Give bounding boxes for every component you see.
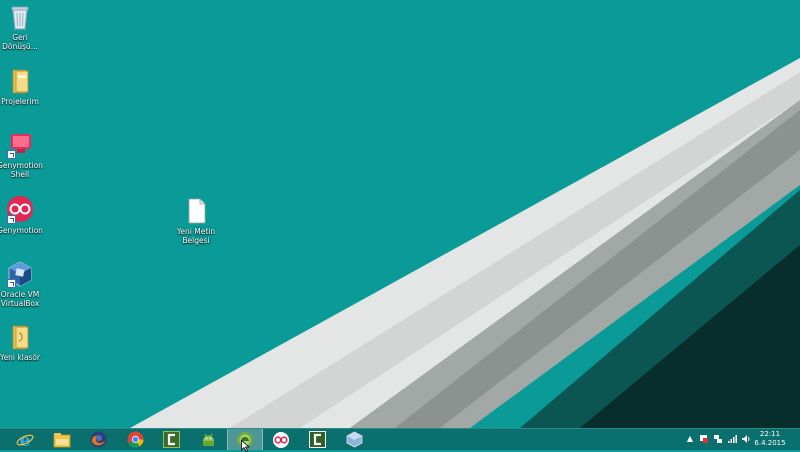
- camtasia-recorder-icon: [308, 431, 326, 448]
- folder-icon: [6, 67, 34, 95]
- clock-date: 6.4.2015: [754, 439, 786, 447]
- clock-time: 22:11: [759, 430, 781, 438]
- projelerim-folder-icon[interactable]: Projelerim: [0, 67, 43, 106]
- start-internet-explorer-button[interactable]: e: [8, 429, 42, 450]
- terminal-icon: [6, 131, 34, 159]
- genymotion-shell-icon[interactable]: Genymotion Shell: [0, 131, 43, 179]
- chrome-button[interactable]: [118, 429, 152, 450]
- trash-bin-icon: [6, 3, 34, 31]
- android-studio-button[interactable]: [191, 429, 225, 450]
- shortcut-arrow-icon: [7, 279, 16, 288]
- virtualbox-icon[interactable]: Oracle VM VirtualBox: [0, 260, 43, 308]
- show-hidden-icons-chevron-icon[interactable]: ▲: [685, 434, 695, 444]
- internet-explorer-icon: e: [16, 431, 34, 449]
- firefox-icon: [90, 431, 106, 448]
- taskbar: e ▲ 22:11 6.4.2015: [0, 428, 800, 450]
- genymotion-logo-icon: [6, 196, 34, 224]
- camtasia-button[interactable]: [154, 429, 188, 450]
- mouse-cursor-icon: [241, 440, 250, 452]
- virtualbox-icon: [346, 431, 362, 448]
- yeni-metin-belgesi-icon[interactable]: Yeni Metin Belgesi: [173, 197, 219, 245]
- firefox-button[interactable]: [81, 429, 115, 450]
- chrome-icon: [127, 431, 143, 448]
- icon-label: Oracle VM VirtualBox: [0, 290, 40, 308]
- icon-label: Genymotion: [0, 226, 43, 235]
- shortcut-arrow-icon: [7, 150, 16, 159]
- virtualbox-cube-icon: [6, 260, 34, 288]
- yeni-klasor-folder-icon[interactable]: Yeni klasör: [0, 323, 43, 362]
- icon-label: Yeni Metin Belgesi: [176, 227, 216, 245]
- flag-icon[interactable]: [699, 434, 709, 444]
- icon-label: Yeni klasör: [0, 353, 41, 362]
- network-icon[interactable]: [713, 434, 723, 444]
- recycle-bin-icon[interactable]: Geri Dönüşü...: [0, 3, 43, 51]
- text-file-icon: [182, 197, 210, 225]
- android-studio-icon: [202, 433, 214, 446]
- shortcut-arrow-icon: [7, 215, 16, 224]
- camtasia-recorder-button[interactable]: [300, 429, 334, 450]
- icon-label: Genymotion Shell: [0, 161, 43, 179]
- icon-label: Projelerim: [1, 97, 39, 106]
- genymotion-button[interactable]: [264, 429, 298, 450]
- genymotion-icon[interactable]: Genymotion: [0, 196, 43, 235]
- camtasia-icon: [162, 431, 180, 448]
- genymotion-icon: [273, 431, 289, 448]
- desktop-wallpaper: [0, 0, 800, 428]
- file-explorer-button[interactable]: [45, 429, 79, 450]
- file-explorer-icon: [53, 432, 71, 447]
- svg-text:e: e: [20, 431, 31, 449]
- icon-label: Geri Dönüşü...: [2, 33, 38, 51]
- system-clock[interactable]: 22:11 6.4.2015: [750, 430, 790, 448]
- folder-icon: [6, 323, 34, 351]
- virtualbox-button[interactable]: [337, 429, 371, 450]
- signal-strength-icon[interactable]: [727, 434, 737, 444]
